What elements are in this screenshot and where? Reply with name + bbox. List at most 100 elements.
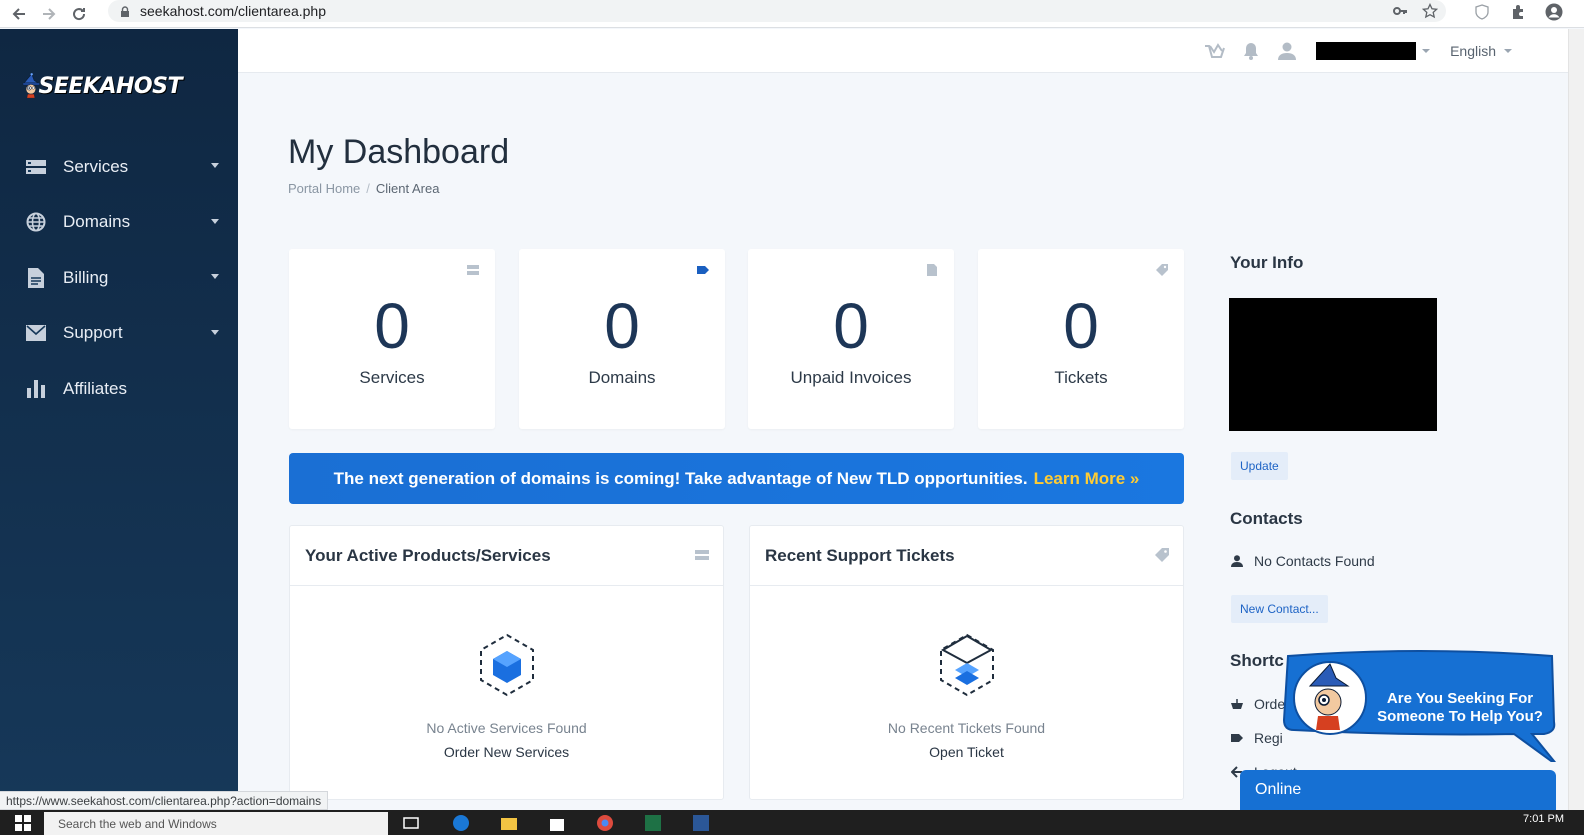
breadcrumb-portal-home[interactable]: Portal Home bbox=[288, 181, 360, 196]
sidebar-item-label: Billing bbox=[63, 267, 109, 287]
shortcut-order[interactable]: Orde bbox=[1231, 696, 1285, 712]
panel-title: Your Active Products/Services bbox=[305, 545, 551, 565]
ticket-icon bbox=[1155, 548, 1169, 562]
taskbar-clock: 7:01 PM bbox=[1523, 813, 1564, 825]
chevron-down-icon[interactable] bbox=[1422, 49, 1431, 53]
basket-icon bbox=[1231, 699, 1243, 709]
sidebar-item-label: Domains bbox=[63, 212, 131, 232]
new-tld-banner: The next generation of domains is coming… bbox=[289, 453, 1184, 504]
server-icon bbox=[695, 550, 709, 560]
shortcuts-heading: Shortc bbox=[1230, 651, 1284, 670]
cube-icon bbox=[479, 633, 534, 697]
stat-label: Services bbox=[359, 368, 425, 387]
stat-value: 0 bbox=[604, 290, 640, 362]
tag-icon bbox=[697, 266, 709, 274]
edge-icon[interactable] bbox=[452, 814, 470, 832]
panel-header: Recent Support Tickets bbox=[750, 526, 1183, 586]
key-icon[interactable] bbox=[1392, 3, 1408, 19]
stat-card-unpaid-invoices[interactable]: 0 Unpaid Invoices bbox=[748, 249, 954, 429]
ticket-icon bbox=[1156, 264, 1168, 276]
sidebar-item-label: Services bbox=[63, 156, 129, 176]
live-chat-online-tab[interactable]: Online bbox=[1240, 770, 1556, 810]
chevron-down-icon bbox=[211, 329, 219, 335]
tag-icon bbox=[1231, 734, 1243, 742]
support-tickets-panel: Recent Support Tickets No Recent Tickets… bbox=[749, 525, 1184, 800]
sidebar: SEEKAHOST Services Domains Billing Suppo… bbox=[0, 29, 238, 810]
stat-value: 0 bbox=[1063, 290, 1099, 362]
stat-card-domains[interactable]: 0 Domains bbox=[519, 249, 725, 429]
stat-value: 0 bbox=[833, 290, 869, 362]
forward-icon[interactable] bbox=[38, 3, 60, 25]
logo-text: SEEKAHOST bbox=[38, 73, 183, 99]
document-icon bbox=[927, 264, 937, 276]
seekahost-logo[interactable]: SEEKAHOST bbox=[22, 51, 183, 121]
empty-services-text: No Active Services Found bbox=[426, 720, 587, 736]
bell-icon[interactable] bbox=[1240, 40, 1262, 62]
breadcrumb-separator: / bbox=[366, 181, 370, 196]
chevron-down-icon[interactable] bbox=[1504, 49, 1512, 53]
redacted-username[interactable] bbox=[1316, 42, 1417, 60]
sidebar-item-label: Support bbox=[63, 323, 123, 343]
profile-icon[interactable] bbox=[1544, 2, 1564, 22]
breadcrumb-client-area: Client Area bbox=[375, 181, 440, 196]
extensions-icon[interactable] bbox=[1508, 2, 1528, 22]
user-icon[interactable] bbox=[1276, 40, 1298, 62]
task-view-icon[interactable] bbox=[402, 814, 420, 832]
page-title: My Dashboard bbox=[288, 133, 510, 171]
chat-line-2: Someone To Help You? bbox=[1377, 708, 1543, 725]
excel-icon[interactable] bbox=[644, 814, 662, 832]
server-icon bbox=[467, 265, 479, 275]
sidebar-item-support[interactable]: Support bbox=[0, 306, 238, 362]
shortcut-label: Orde bbox=[1254, 696, 1286, 712]
sidebar-item-services[interactable]: Services bbox=[0, 139, 238, 195]
no-contacts-text: No Contacts Found bbox=[1254, 553, 1375, 569]
windows-taskbar: Search the web and Windows 7:01 PM bbox=[0, 810, 1584, 835]
panel-header: Your Active Products/Services bbox=[290, 526, 723, 586]
sidebar-item-affiliates[interactable]: Affiliates bbox=[0, 361, 238, 417]
link-preview-status: https://www.seekahost.com/clientarea.php… bbox=[0, 791, 329, 810]
word-icon[interactable] bbox=[692, 814, 710, 832]
taskbar-search-input[interactable]: Search the web and Windows bbox=[44, 812, 388, 835]
user-icon bbox=[1231, 555, 1243, 567]
bar-chart-icon bbox=[25, 378, 47, 400]
order-new-services-link[interactable]: Order New Services bbox=[290, 744, 723, 760]
stat-label: Unpaid Invoices bbox=[790, 368, 912, 387]
globe-icon bbox=[25, 211, 47, 233]
store-icon[interactable] bbox=[548, 814, 566, 832]
shortcut-register[interactable]: Regi bbox=[1231, 730, 1283, 746]
sidebar-item-billing[interactable]: Billing bbox=[0, 250, 238, 306]
server-icon bbox=[25, 156, 47, 178]
redacted-info-box bbox=[1229, 298, 1437, 431]
active-services-panel: Your Active Products/Services No Active … bbox=[289, 525, 724, 800]
star-icon[interactable] bbox=[1422, 3, 1438, 19]
address-bar[interactable]: seekahost.com/clientarea.php bbox=[108, 0, 1446, 22]
chevron-down-icon bbox=[211, 274, 219, 279]
url-text: seekahost.com/clientarea.php bbox=[140, 3, 326, 19]
stat-card-services[interactable]: 0 Services bbox=[289, 249, 495, 429]
envelope-inbox-icon bbox=[939, 633, 994, 697]
chat-invite-text: Are You Seeking For Someone To Help You? bbox=[1370, 690, 1550, 726]
sidebar-item-label: Affiliates bbox=[63, 378, 127, 398]
language-selector[interactable]: English bbox=[1450, 43, 1496, 59]
chrome-icon[interactable] bbox=[596, 814, 614, 832]
new-contact-button[interactable]: New Contact... bbox=[1231, 595, 1328, 623]
empty-tickets-text: No Recent Tickets Found bbox=[887, 720, 1046, 736]
browser-toolbar: seekahost.com/clientarea.php bbox=[0, 0, 1584, 28]
reload-icon[interactable] bbox=[68, 3, 90, 25]
stat-value: 0 bbox=[374, 290, 410, 362]
learn-more-link[interactable]: Learn More » bbox=[1034, 469, 1140, 489]
stat-card-tickets[interactable]: 0 Tickets bbox=[978, 249, 1184, 429]
open-ticket-link[interactable]: Open Ticket bbox=[750, 744, 1183, 760]
chevron-down-icon bbox=[211, 163, 219, 168]
sidebar-item-domains[interactable]: Domains bbox=[0, 195, 238, 251]
contacts-heading: Contacts bbox=[1230, 509, 1303, 528]
back-icon[interactable] bbox=[8, 3, 30, 25]
shield-extension-icon[interactable] bbox=[1472, 2, 1492, 22]
scrollbar[interactable] bbox=[1568, 29, 1584, 810]
windows-start-icon[interactable] bbox=[14, 814, 32, 832]
file-explorer-icon[interactable] bbox=[500, 814, 518, 832]
cart-icon[interactable] bbox=[1204, 40, 1226, 62]
envelope-icon bbox=[25, 322, 47, 344]
update-button[interactable]: Update bbox=[1231, 452, 1288, 480]
shortcut-label: Regi bbox=[1254, 730, 1283, 746]
